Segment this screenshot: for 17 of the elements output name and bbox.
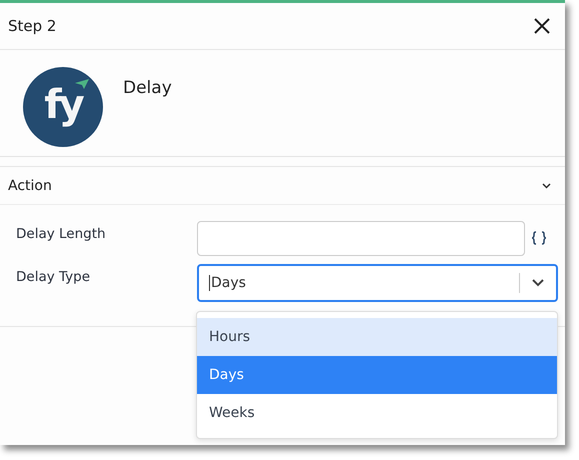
step-name: Delay (123, 78, 172, 98)
logo-text: fy (44, 82, 82, 128)
section-header[interactable]: Action (0, 167, 565, 205)
menu-option[interactable]: Weeks (197, 394, 557, 432)
field-label: Delay Type (16, 268, 92, 285)
paper-plane-icon (75, 79, 89, 89)
input-field[interactable] (197, 221, 525, 256)
section-title: Action (8, 178, 52, 194)
chevron-icon (532, 279, 544, 287)
field-label: Delay Length (16, 225, 107, 242)
select-field[interactable]: Days (197, 264, 558, 302)
menu-option[interactable]: Days (197, 356, 557, 394)
close-icon (533, 17, 551, 35)
close-button[interactable] (533, 17, 551, 35)
menu-option[interactable]: Hours (197, 318, 557, 356)
dialog-title: Step 2 (8, 17, 56, 35)
braces-icon[interactable] (531, 231, 547, 245)
